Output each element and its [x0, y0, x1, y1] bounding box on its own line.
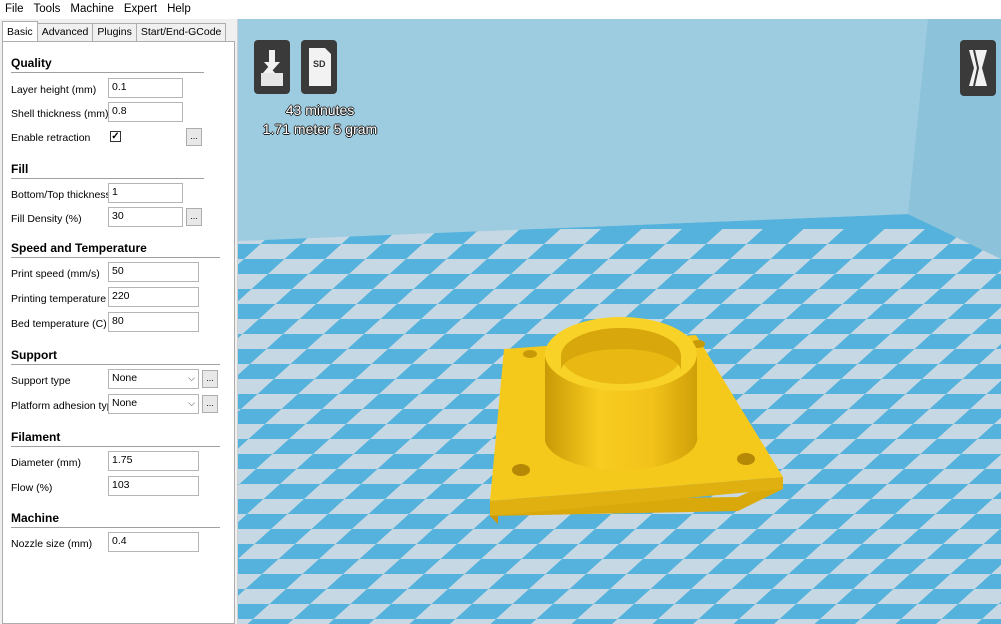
enable-retraction-checkbox[interactable]: ✓	[110, 131, 121, 142]
menu-file[interactable]: File	[0, 0, 29, 19]
diameter-label: Diameter (mm)	[11, 457, 81, 469]
speed-section-title: Speed and Temperature	[11, 241, 147, 255]
enable-retraction-label: Enable retraction	[11, 132, 91, 144]
nozzle-size-label: Nozzle size (mm)	[11, 538, 93, 550]
chevron-down-icon: ⌵	[188, 373, 195, 383]
nozzle-size-input[interactable]: 0.4	[108, 532, 199, 552]
shell-thickness-label: Shell thickness (mm)	[11, 108, 109, 120]
menu-tools[interactable]: Tools	[29, 0, 66, 19]
tab-basic[interactable]: Basic	[2, 21, 38, 41]
load-model-icon	[257, 43, 287, 91]
fill-divider	[11, 178, 204, 179]
layer-height-input[interactable]: 0.1	[108, 78, 183, 98]
bottom-top-thickness-input[interactable]: 1	[108, 183, 183, 203]
sd-label: SD	[313, 59, 326, 69]
support-type-select[interactable]: None ⌵	[108, 369, 199, 389]
retraction-more-button[interactable]: ...	[186, 128, 202, 146]
layer-height-label: Layer height (mm)	[11, 84, 97, 96]
chevron-down-icon: ⌵	[188, 398, 195, 408]
fill-density-label: Fill Density (%)	[11, 213, 82, 225]
menu-bar: File Tools Machine Expert Help	[0, 0, 1001, 19]
load-model-button[interactable]	[254, 40, 290, 94]
print-speed-label: Print speed (mm/s)	[11, 268, 100, 280]
3d-viewport[interactable]: SD 43 minutes 1.71 meter 5 gram	[238, 19, 1001, 624]
quality-section-title: Quality	[11, 56, 52, 70]
flow-input[interactable]: 103	[108, 476, 199, 496]
platform-adhesion-label: Platform adhesion type	[11, 400, 119, 412]
settings-sidebar: Basic Advanced Plugins Start/End-GCode Q…	[0, 19, 237, 624]
print-material-text: 1.71 meter 5 gram	[262, 121, 378, 137]
save-sd-button[interactable]: SD	[301, 40, 337, 94]
bed-temperature-input[interactable]: 80	[108, 312, 199, 332]
menu-expert[interactable]: Expert	[119, 0, 162, 19]
settings-tabs: Basic Advanced Plugins Start/End-GCode	[2, 21, 227, 41]
shell-thickness-input[interactable]: 0.8	[108, 102, 183, 122]
support-divider	[11, 364, 220, 365]
machine-divider	[11, 527, 220, 528]
filament-section-title: Filament	[11, 430, 61, 444]
view-mode-button[interactable]	[960, 40, 996, 96]
support-section-title: Support	[11, 348, 57, 362]
platform-adhesion-select[interactable]: None ⌵	[108, 394, 199, 414]
support-type-value: None	[112, 372, 138, 384]
printing-temperature-input[interactable]: 220	[108, 287, 199, 307]
view-mode-icon	[969, 49, 987, 87]
machine-section-title: Machine	[11, 511, 60, 525]
tab-plugins[interactable]: Plugins	[92, 23, 137, 41]
speed-divider	[11, 257, 220, 258]
basic-settings-panel: Quality Layer height (mm) 0.1 Shell thic…	[2, 41, 235, 624]
tab-advanced[interactable]: Advanced	[36, 23, 94, 41]
fill-more-button[interactable]: ...	[186, 208, 202, 226]
menu-help[interactable]: Help	[162, 0, 196, 19]
bed-temperature-label: Bed temperature (C)	[11, 318, 107, 330]
print-speed-input[interactable]: 50	[108, 262, 199, 282]
print-time-text: 43 minutes	[285, 102, 355, 118]
fill-section-title: Fill	[11, 162, 29, 176]
support-type-label: Support type	[11, 375, 71, 387]
platform-adhesion-value: None	[112, 397, 138, 409]
filament-divider	[11, 446, 220, 447]
support-more-button[interactable]: ...	[202, 370, 218, 388]
quality-divider	[11, 72, 204, 73]
fill-density-input[interactable]: 30	[108, 207, 183, 227]
menu-machine[interactable]: Machine	[65, 0, 118, 19]
tab-start-end-gcode[interactable]: Start/End-GCode	[135, 23, 227, 41]
diameter-input[interactable]: 1.75	[108, 451, 199, 471]
flow-label: Flow (%)	[11, 482, 53, 494]
adhesion-more-button[interactable]: ...	[202, 395, 218, 413]
printing-temperature-label: Printing temperature (C)	[11, 293, 124, 305]
